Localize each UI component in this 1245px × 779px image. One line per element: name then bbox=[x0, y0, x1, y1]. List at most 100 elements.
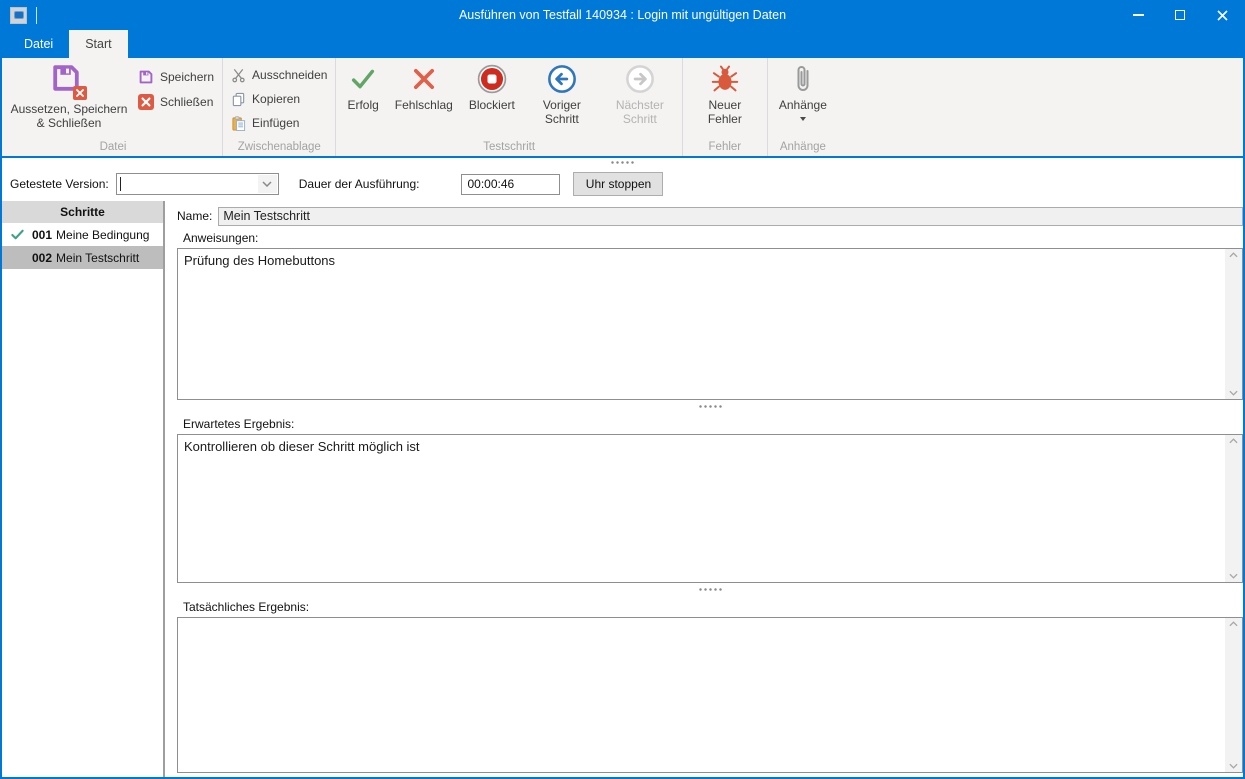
scroll-up-icon[interactable] bbox=[1229, 252, 1238, 258]
minimize-icon bbox=[1133, 14, 1144, 16]
blocked-stop-icon bbox=[477, 64, 507, 94]
steps-sidebar: Schritte 001 Meine Bedingung 002 Mein Te… bbox=[2, 201, 165, 777]
ribbon-group-anhaenge: Anhänge Anhänge bbox=[768, 58, 838, 156]
suspend-save-close-button[interactable]: Aussetzen, Speichern & Schließen bbox=[7, 59, 131, 131]
window-title: Ausführen von Testfall 140934 : Login mi… bbox=[2, 8, 1243, 22]
ribbon: Aussetzen, Speichern & Schließen Speiche… bbox=[2, 58, 1243, 158]
actual-result-label: Tatsächliches Ergebnis: bbox=[177, 596, 1243, 617]
duration-input[interactable] bbox=[461, 174, 560, 195]
combobox-arrow-button[interactable] bbox=[258, 175, 277, 193]
scissors-icon bbox=[231, 68, 246, 83]
paste-button[interactable]: Einfügen bbox=[226, 112, 304, 134]
scroll-down-icon[interactable] bbox=[1229, 763, 1238, 769]
success-check-icon bbox=[348, 65, 378, 93]
instructions-scrollbar[interactable] bbox=[1225, 249, 1242, 399]
scroll-down-icon[interactable] bbox=[1229, 390, 1238, 396]
execution-form-row: Getestete Version: Dauer der Ausführung:… bbox=[2, 167, 1243, 201]
steps-header: Schritte bbox=[2, 201, 163, 223]
previous-arrow-icon bbox=[547, 64, 577, 94]
ribbon-group-fehler: Neuer Fehler Fehler bbox=[683, 58, 768, 156]
step-passed-check-icon bbox=[10, 227, 32, 242]
next-step-button: Nächster Schritt bbox=[601, 59, 679, 127]
save-icon bbox=[138, 69, 154, 85]
paperclip-icon bbox=[793, 63, 813, 95]
splitter-dots-icon bbox=[698, 587, 723, 592]
copy-icon bbox=[231, 92, 246, 107]
tested-version-combobox[interactable] bbox=[116, 173, 279, 195]
close-badge-icon bbox=[73, 86, 87, 100]
step-item-001[interactable]: 001 Meine Bedingung bbox=[2, 223, 163, 246]
close-icon bbox=[1217, 10, 1228, 21]
mid-splitter-1[interactable] bbox=[177, 400, 1243, 413]
tab-start[interactable]: Start bbox=[69, 30, 127, 58]
expected-scrollbar[interactable] bbox=[1225, 435, 1242, 582]
text-caret bbox=[120, 177, 121, 191]
ribbon-group-testschritt: Erfolg Fehlschlag Blockiert bbox=[336, 58, 682, 156]
scroll-up-icon[interactable] bbox=[1229, 438, 1238, 444]
instructions-field: Prüfung des Homebuttons bbox=[177, 248, 1243, 400]
close-window-button[interactable] bbox=[1201, 0, 1243, 30]
app-icon[interactable] bbox=[10, 7, 27, 24]
app-window: Ausführen von Testfall 140934 : Login mi… bbox=[0, 0, 1245, 779]
window-controls bbox=[1117, 0, 1243, 30]
group-label-anhaenge: Anhänge bbox=[771, 139, 835, 156]
group-label-zwischenablage: Zwischenablage bbox=[226, 139, 332, 156]
content-area: Getestete Version: Dauer der Ausführung:… bbox=[2, 158, 1243, 777]
fail-button[interactable]: Fehlschlag bbox=[387, 59, 461, 112]
actual-scrollbar[interactable] bbox=[1225, 618, 1242, 772]
titlebar: Ausführen von Testfall 140934 : Login mi… bbox=[2, 0, 1243, 30]
tested-version-label: Getestete Version: bbox=[10, 177, 109, 191]
previous-step-button[interactable]: Voriger Schritt bbox=[523, 59, 601, 127]
instructions-textarea[interactable]: Prüfung des Homebuttons bbox=[178, 249, 1225, 399]
step-item-002[interactable]: 002 Mein Testschritt bbox=[2, 246, 163, 269]
name-label: Name: bbox=[177, 209, 212, 223]
attachments-dropdown-icon[interactable] bbox=[800, 117, 806, 121]
ribbon-group-datei: Aussetzen, Speichern & Schließen Speiche… bbox=[4, 58, 223, 156]
ribbon-group-zwischenablage: Ausschneiden Kopieren bbox=[223, 58, 336, 156]
name-input[interactable] bbox=[218, 207, 1243, 226]
success-button[interactable]: Erfolg bbox=[339, 59, 386, 112]
next-arrow-icon bbox=[625, 64, 655, 94]
quick-access-separator bbox=[36, 7, 37, 24]
main-body: Schritte 001 Meine Bedingung 002 Mein Te… bbox=[2, 201, 1243, 777]
app-logo-icon bbox=[14, 11, 24, 19]
actual-result-textarea[interactable] bbox=[178, 618, 1225, 772]
cut-button[interactable]: Ausschneiden bbox=[226, 64, 332, 86]
blocked-button[interactable]: Blockiert bbox=[461, 59, 523, 112]
step-label: Mein Testschritt bbox=[56, 251, 139, 265]
splitter-dots-icon bbox=[610, 160, 635, 165]
expected-result-field: Kontrollieren ob dieser Schritt möglich … bbox=[177, 434, 1243, 583]
maximize-button[interactable] bbox=[1159, 0, 1201, 30]
actual-result-field bbox=[177, 617, 1243, 773]
maximize-icon bbox=[1175, 10, 1185, 20]
minimize-button[interactable] bbox=[1117, 0, 1159, 30]
splitter-dots-icon bbox=[698, 404, 723, 409]
group-label-fehler: Fehler bbox=[686, 139, 764, 156]
stop-clock-button[interactable]: Uhr stoppen bbox=[573, 172, 663, 196]
attachments-button[interactable]: Anhänge bbox=[771, 59, 835, 121]
step-detail-panel: Name: Anweisungen: Prüfung des Homebutto… bbox=[165, 201, 1243, 777]
copy-button[interactable]: Kopieren bbox=[226, 88, 305, 110]
tab-datei[interactable]: Datei bbox=[8, 30, 69, 58]
expected-result-textarea[interactable]: Kontrollieren ob dieser Schritt möglich … bbox=[178, 435, 1225, 582]
scroll-up-icon[interactable] bbox=[1229, 621, 1238, 627]
instructions-label: Anweisungen: bbox=[177, 227, 1243, 248]
bug-icon bbox=[711, 65, 739, 93]
paste-icon bbox=[231, 116, 246, 131]
new-error-button[interactable]: Neuer Fehler bbox=[686, 59, 764, 127]
ribbon-tab-row: Datei Start bbox=[2, 30, 1243, 58]
expected-result-label: Erwartetes Ergebnis: bbox=[177, 413, 1243, 434]
scroll-down-icon[interactable] bbox=[1229, 573, 1238, 579]
top-splitter[interactable] bbox=[2, 158, 1243, 167]
close-testrun-button[interactable]: Schließen bbox=[133, 91, 219, 113]
chevron-down-icon bbox=[262, 181, 272, 187]
mid-splitter-2[interactable] bbox=[177, 583, 1243, 596]
close-red-icon bbox=[138, 94, 154, 110]
duration-label: Dauer der Ausführung: bbox=[299, 177, 420, 191]
group-label-datei: Datei bbox=[7, 139, 219, 156]
save-suspend-icon bbox=[50, 62, 88, 100]
save-button[interactable]: Speichern bbox=[133, 66, 219, 88]
name-row: Name: bbox=[177, 201, 1243, 227]
fail-x-icon bbox=[410, 65, 438, 93]
step-label: Meine Bedingung bbox=[56, 228, 149, 242]
